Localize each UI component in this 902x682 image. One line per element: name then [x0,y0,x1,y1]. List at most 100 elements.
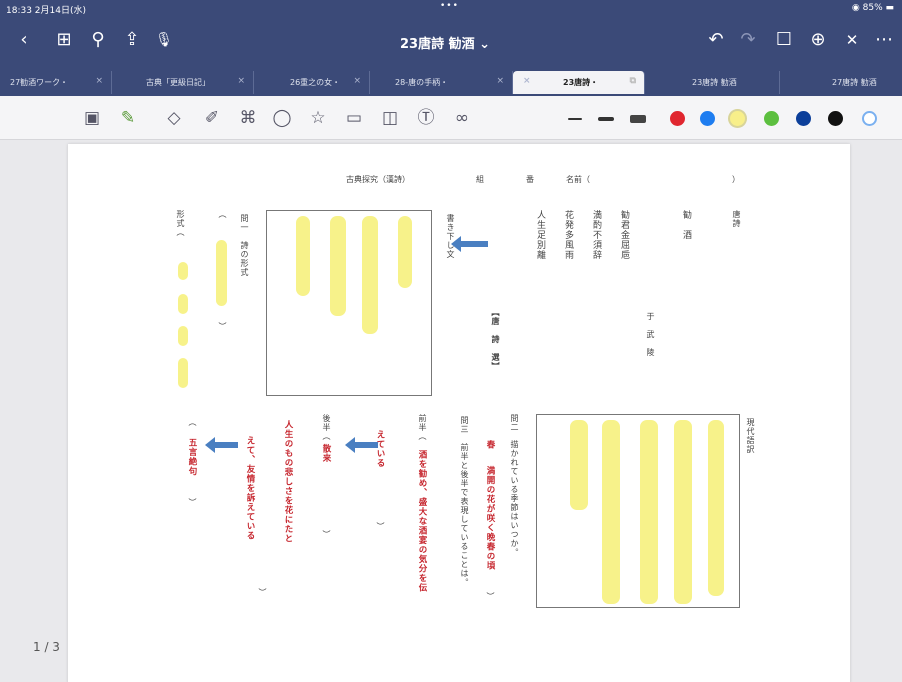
close-paren: ） [258,588,267,597]
close-icon[interactable]: ✕ [840,28,864,52]
arrow-icon [205,437,238,453]
drawing-toolbar: ▣ ✎ ◇ ✐ ⌘ ◯ ☆ ▭ ◫ Ⓣ ∞ [0,96,902,140]
answer-post-half-3: えて、友情を訴えている [245,436,255,541]
lasso-tool-icon[interactable]: ⌘ [236,106,260,130]
image-tool-icon[interactable]: ▣ [80,106,104,130]
highlight-mark [178,358,188,388]
highlight-mark [602,420,620,604]
question-3-text: 問三 前半と後半で表現していることは。 [460,416,469,587]
open-paren: （ [218,210,227,219]
color-swatch-navy[interactable] [796,111,811,126]
tab-close-icon[interactable]: × [353,76,361,86]
format-label: 形式（ [176,210,185,237]
answer-pre-half: 酒を勧め、盛大な酒宴の気分を伝 [417,450,427,593]
document-canvas[interactable]: 古典探究（漢詩） 組 番 名前（ ） 唐詩 勧 酒 于 武 陵 勧君金屈巵 満酌… [0,140,902,682]
grid-icon[interactable]: ⊞ [52,28,76,52]
document-title[interactable]: 23唐詩 勧酒 ⌄ [400,33,540,52]
color-swatch-yellow[interactable] [730,111,745,126]
answer-spring-detail: 満開の花が咲く晩春の頃 [485,466,495,571]
color-swatch-red[interactable] [670,111,685,126]
link-tool-icon[interactable]: ∞ [450,106,474,130]
nav-bar: ‹ ⊞ ⚲ ⇪ 🎙 23唐詩 勧酒 ⌄ ↶ ↷ ☐ ⊕ ✕ ⋯ [0,18,902,68]
highlight-mark [398,216,412,288]
highlight-mark [570,420,588,510]
tab-close-icon[interactable]: × [523,76,531,86]
question-2-text: 描かれている季節はいつか。 [510,440,519,557]
pre-half-label: 前半（ [418,414,427,441]
undo-icon[interactable]: ↶ [704,28,728,52]
close-paren: ） [188,498,197,507]
highlight-mark [330,216,346,316]
highlight-mark [296,216,310,296]
close-paren: ） [486,592,495,601]
color-picker-icon[interactable] [862,111,877,126]
tab-active[interactable]: 23唐詩・ × ⧉ [513,71,645,94]
bookmark-icon[interactable]: ☐ [772,28,796,52]
page-indicator[interactable]: 1 / 3 [33,640,60,654]
color-swatch-black[interactable] [828,111,843,126]
pen-tool-icon[interactable]: ✎ [116,106,140,130]
stamp-tool-icon[interactable]: ☆ [306,106,330,130]
color-swatch-blue[interactable] [700,111,715,126]
poem-line-3: 花発多風雨 [563,210,573,260]
answer-post-half: 散来 [321,444,331,463]
highlight-mark [640,420,658,604]
eraser-tool-icon[interactable]: ◇ [162,106,186,130]
tab-close-icon[interactable]: × [496,76,504,86]
answer-post-half-2: 人生のもの悲しさを花にたと [283,420,293,544]
highlight-mark [362,216,378,334]
tab-2[interactable]: 26重之の女・ × [280,71,370,94]
question-2-label: 問二 [510,414,519,441]
thick-line-icon[interactable] [630,115,646,123]
tab-close-icon[interactable]: × [95,76,103,86]
close-paren: ） [376,522,385,531]
poem-line-1: 勧君金屈巵 [619,210,629,260]
tab-3[interactable]: 28-唐の手柄・ × [385,71,513,94]
open-paren: （ [188,418,197,427]
poet-name: 于 武 陵 [646,312,655,357]
worksheet-page[interactable]: 古典探究（漢詩） 組 番 名前（ ） 唐詩 勧 酒 于 武 陵 勧君金屈巵 満酌… [68,144,850,682]
highlight-mark [178,326,188,346]
status-time: 18:33 2月14日(水) [6,6,86,16]
name-close: ） [732,175,740,184]
name-label: 名前（ [566,175,590,184]
number-label: 番 [526,175,534,184]
tab-6[interactable]: 27唐詩 勧酒 [792,71,902,94]
redo-icon[interactable]: ↷ [736,28,760,52]
textbox-tool-icon[interactable]: Ⓣ [414,106,438,130]
poem-title: 勧 酒 [681,210,691,240]
poem-line-2: 満酌不須辞 [591,210,601,260]
answer-pre-half-2: えている [375,430,385,468]
worksheet-header: 古典探究（漢詩） [346,175,410,184]
tab-5[interactable]: 23唐詩 勧酒 [660,71,780,94]
share-icon[interactable]: ⇪ [120,28,144,52]
highlight-mark [178,294,188,314]
camera-tool-icon[interactable]: ◫ [378,106,402,130]
back-icon[interactable]: ‹ [12,28,36,52]
tab-close-icon[interactable]: × [237,76,245,86]
close-paren: ） [218,322,227,331]
post-half-label: 後半（ [322,414,331,441]
goodnotes-app: { "status": { "time": "18:33 2月14日(水)", … [0,0,902,682]
class-label: 組 [476,175,484,184]
medium-line-icon[interactable] [598,117,614,121]
microphone-icon[interactable]: 🎙 [152,28,176,52]
answer-format: 五言絶句 [187,438,197,476]
arrow-icon [451,236,488,252]
document-tabs: 27勧酒ワーク・ × 古典「更級日記」 × 26重之の女・ × 28-唐の手柄・ × 2… [0,68,902,96]
search-icon[interactable]: ⚲ [86,28,110,52]
multitask-dots[interactable]: ••• [440,1,459,11]
tab-0[interactable]: 27勧酒ワーク・ × [0,71,112,94]
tab-duplicate-icon[interactable]: ⧉ [630,76,636,86]
add-page-icon[interactable]: ⊕ [806,28,830,52]
comment-tool-icon[interactable]: ◯ [270,106,294,130]
photo-tool-icon[interactable]: ▭ [342,106,366,130]
more-icon[interactable]: ⋯ [872,28,896,52]
poem-line-4: 人生足別離 [535,210,545,260]
thin-line-icon[interactable] [568,118,582,120]
status-bar: 18:33 2月14日(水) ••• ◉ 85% ▬ [0,0,902,18]
highlighter-tool-icon[interactable]: ✐ [200,106,224,130]
modern-translation-label: 現代語訳 [746,418,755,454]
color-swatch-green[interactable] [764,111,779,126]
tab-1[interactable]: 古典「更級日記」 × [136,71,254,94]
